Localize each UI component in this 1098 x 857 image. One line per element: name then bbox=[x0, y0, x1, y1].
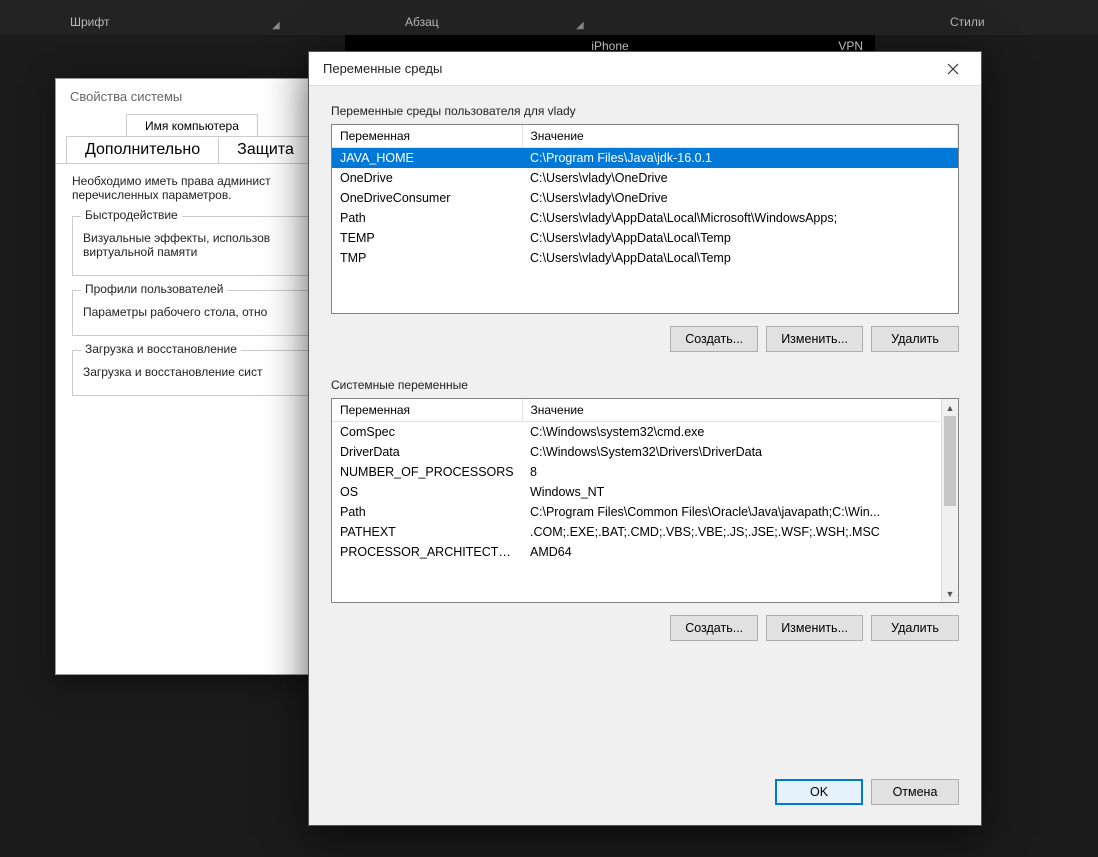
performance-legend: Быстродействие bbox=[81, 208, 182, 222]
var-name: Path bbox=[332, 208, 522, 228]
var-name: TMP bbox=[332, 248, 522, 268]
var-name: NUMBER_OF_PROCESSORS bbox=[332, 462, 522, 482]
table-row[interactable]: OneDriveC:\Users\vlady\OneDrive bbox=[332, 168, 958, 188]
paragraph-expand-icon[interactable]: ◢ bbox=[576, 20, 584, 31]
user-delete-button[interactable]: Удалить bbox=[871, 326, 959, 352]
scroll-down-icon[interactable]: ▼ bbox=[942, 585, 958, 602]
var-name: OneDriveConsumer bbox=[332, 188, 522, 208]
tab-computer-name[interactable]: Имя компьютера bbox=[126, 114, 258, 137]
var-value: C:\Windows\system32\cmd.exe bbox=[522, 422, 958, 443]
table-row[interactable]: PathC:\Users\vlady\AppData\Local\Microso… bbox=[332, 208, 958, 228]
sys-delete-button[interactable]: Удалить bbox=[871, 615, 959, 641]
var-name: TEMP bbox=[332, 228, 522, 248]
var-name: DriverData bbox=[332, 442, 522, 462]
cancel-button[interactable]: Отмена bbox=[871, 779, 959, 805]
var-value: C:\Users\vlady\AppData\Local\Microsoft\W… bbox=[522, 208, 958, 228]
table-row[interactable]: JAVA_HOMEC:\Program Files\Java\jdk-16.0.… bbox=[332, 148, 958, 169]
close-icon bbox=[947, 63, 959, 75]
ok-button[interactable]: OK bbox=[775, 779, 863, 805]
user-vars-label: Переменные среды пользователя для vlady bbox=[309, 86, 981, 124]
startup-legend: Загрузка и восстановление bbox=[81, 342, 241, 356]
sys-col-variable[interactable]: Переменная bbox=[332, 399, 522, 422]
table-row[interactable]: OSWindows_NT bbox=[332, 482, 958, 502]
var-name: OS bbox=[332, 482, 522, 502]
scroll-up-icon[interactable]: ▲ bbox=[942, 399, 958, 416]
table-row[interactable]: NUMBER_OF_PROCESSORS8 bbox=[332, 462, 958, 482]
ribbon-group-font[interactable]: Шрифт bbox=[70, 15, 109, 29]
var-name: OneDrive bbox=[332, 168, 522, 188]
close-button[interactable] bbox=[931, 55, 975, 83]
sys-edit-button[interactable]: Изменить... bbox=[766, 615, 863, 641]
user-vars-table[interactable]: Переменная Значение JAVA_HOMEC:\Program … bbox=[332, 125, 958, 268]
user-col-value[interactable]: Значение bbox=[522, 125, 958, 148]
table-row[interactable]: PROCESSOR_ARCHITECTU...AMD64 bbox=[332, 542, 958, 562]
sys-new-button[interactable]: Создать... bbox=[670, 615, 758, 641]
env-titlebar: Переменные среды bbox=[309, 52, 981, 86]
user-new-button[interactable]: Создать... bbox=[670, 326, 758, 352]
table-row[interactable]: OneDriveConsumerC:\Users\vlady\OneDrive bbox=[332, 188, 958, 208]
ribbon: Шрифт ◢ Абзац ◢ Стили bbox=[0, 0, 1098, 35]
tab-protection[interactable]: Защита bbox=[218, 136, 313, 163]
table-row[interactable]: ComSpecC:\Windows\system32\cmd.exe bbox=[332, 422, 958, 443]
scroll-thumb[interactable] bbox=[944, 416, 956, 506]
user-col-variable[interactable]: Переменная bbox=[332, 125, 522, 148]
sys-scrollbar[interactable]: ▲ ▼ bbox=[941, 399, 958, 602]
sys-vars-table-wrap: Переменная Значение ComSpecC:\Windows\sy… bbox=[331, 398, 959, 603]
font-expand-icon[interactable]: ◢ bbox=[272, 20, 280, 31]
ribbon-group-styles[interactable]: Стили bbox=[950, 15, 985, 29]
profiles-legend: Профили пользователей bbox=[81, 282, 227, 296]
table-row[interactable]: DriverDataC:\Windows\System32\Drivers\Dr… bbox=[332, 442, 958, 462]
var-value: AMD64 bbox=[522, 542, 958, 562]
var-value: C:\Users\vlady\AppData\Local\Temp bbox=[522, 228, 958, 248]
sys-col-value[interactable]: Значение bbox=[522, 399, 958, 422]
var-value: C:\Users\vlady\AppData\Local\Temp bbox=[522, 248, 958, 268]
var-value: .COM;.EXE;.BAT;.CMD;.VBS;.VBE;.JS;.JSE;.… bbox=[522, 522, 958, 542]
var-value: C:\Program Files\Java\jdk-16.0.1 bbox=[522, 148, 958, 169]
var-value: C:\Users\vlady\OneDrive bbox=[522, 188, 958, 208]
var-value: C:\Program Files\Common Files\Oracle\Jav… bbox=[522, 502, 958, 522]
environment-variables-dialog: Переменные среды Переменные среды пользо… bbox=[308, 51, 982, 826]
var-value: Windows_NT bbox=[522, 482, 958, 502]
ribbon-group-paragraph[interactable]: Абзац bbox=[405, 15, 439, 29]
var-name: JAVA_HOME bbox=[332, 148, 522, 169]
sys-vars-table[interactable]: Переменная Значение ComSpecC:\Windows\sy… bbox=[332, 399, 958, 562]
var-value: C:\Windows\System32\Drivers\DriverData bbox=[522, 442, 958, 462]
env-title: Переменные среды bbox=[323, 61, 442, 76]
var-name: PROCESSOR_ARCHITECTU... bbox=[332, 542, 522, 562]
table-row[interactable]: PATHEXT.COM;.EXE;.BAT;.CMD;.VBS;.VBE;.JS… bbox=[332, 522, 958, 542]
table-row[interactable]: PathC:\Program Files\Common Files\Oracle… bbox=[332, 502, 958, 522]
var-name: Path bbox=[332, 502, 522, 522]
table-row[interactable]: TEMPC:\Users\vlady\AppData\Local\Temp bbox=[332, 228, 958, 248]
var-name: ComSpec bbox=[332, 422, 522, 443]
var-value: C:\Users\vlady\OneDrive bbox=[522, 168, 958, 188]
var-value: 8 bbox=[522, 462, 958, 482]
var-name: PATHEXT bbox=[332, 522, 522, 542]
user-vars-table-wrap: Переменная Значение JAVA_HOMEC:\Program … bbox=[331, 124, 959, 314]
user-edit-button[interactable]: Изменить... bbox=[766, 326, 863, 352]
tab-advanced[interactable]: Дополнительно bbox=[66, 136, 219, 163]
table-row[interactable]: TMPC:\Users\vlady\AppData\Local\Temp bbox=[332, 248, 958, 268]
sys-vars-label: Системные переменные bbox=[309, 352, 981, 398]
